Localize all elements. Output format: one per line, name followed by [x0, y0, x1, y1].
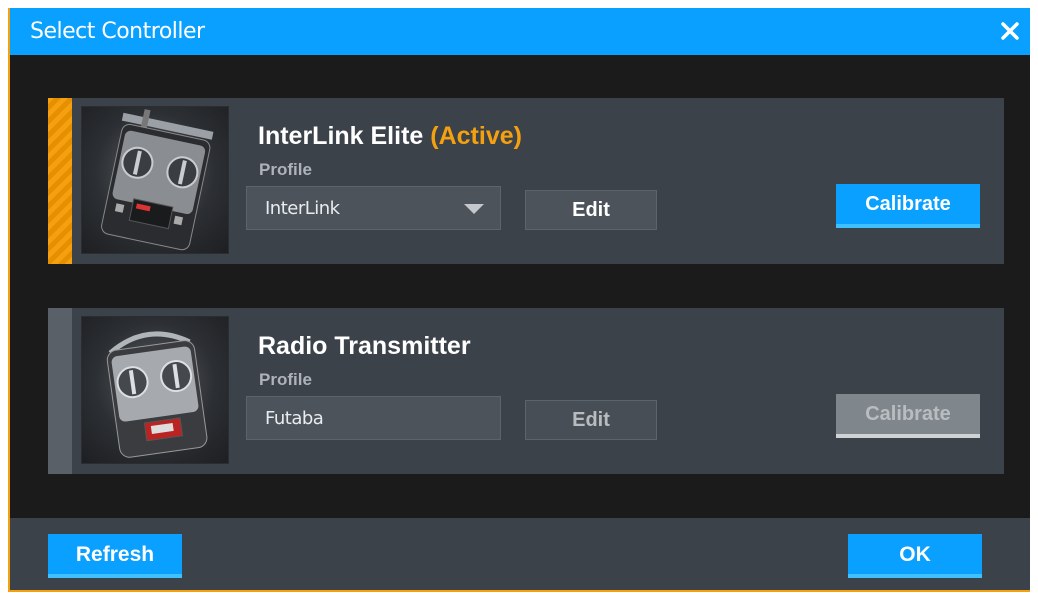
chevron-down-icon: [464, 204, 484, 214]
close-button[interactable]: [994, 15, 1026, 47]
profile-dropdown-value: InterLink: [265, 198, 340, 219]
transmitter-icon: [106, 331, 208, 458]
refresh-button[interactable]: Refresh: [48, 534, 182, 578]
ok-button[interactable]: OK: [848, 534, 982, 578]
edit-profile-button[interactable]: Edit: [525, 190, 657, 230]
title-bar: Select Controller: [10, 8, 1030, 55]
controller-image: [81, 106, 229, 254]
profile-dropdown[interactable]: InterLink: [246, 186, 501, 230]
edit-profile-button-disabled[interactable]: Edit: [525, 400, 657, 440]
calibrate-button[interactable]: Calibrate: [836, 184, 980, 228]
profile-field[interactable]: Futaba: [246, 396, 501, 440]
controller-name: InterLink Elite (Active): [258, 122, 522, 151]
controller-name-text: InterLink Elite: [258, 122, 424, 150]
transmitter-icon: [101, 109, 214, 251]
controller-image: [81, 316, 229, 464]
controller-name-text: Radio Transmitter: [258, 332, 471, 360]
calibrate-button-disabled[interactable]: Calibrate: [836, 394, 980, 438]
inactive-indicator: [48, 308, 72, 474]
dialog-footer: Refresh OK: [10, 518, 1030, 590]
dialog-title: Select Controller: [30, 19, 205, 44]
profile-label: Profile: [259, 160, 312, 179]
select-controller-dialog: Select Controller InterLink Elite (Activ…: [8, 8, 1030, 592]
controller-name: Radio Transmitter: [258, 332, 471, 361]
profile-field-value: Futaba: [265, 408, 324, 429]
profile-label: Profile: [259, 370, 312, 389]
controller-card-interlink: InterLink Elite (Active) Profile InterLi…: [48, 98, 1004, 264]
active-indicator: [48, 98, 72, 264]
active-status: (Active): [430, 122, 522, 150]
close-icon: [1001, 22, 1019, 40]
controller-card-radio-transmitter: Radio Transmitter Profile Futaba Edit Ca…: [48, 308, 1004, 474]
